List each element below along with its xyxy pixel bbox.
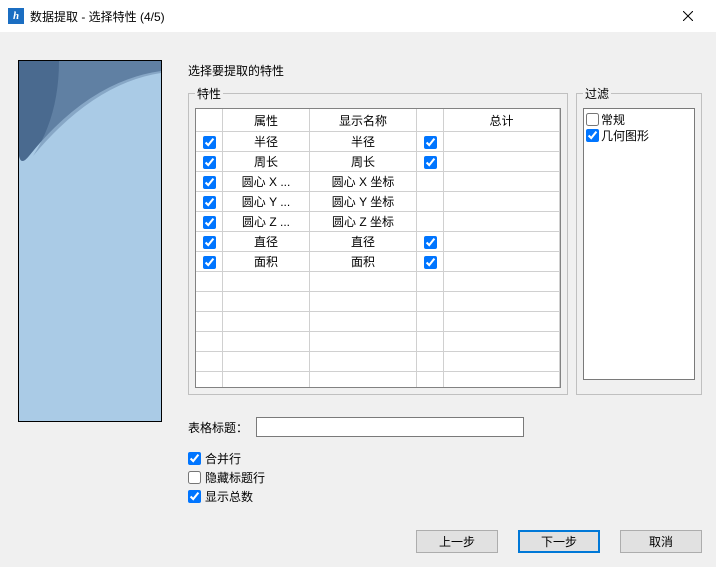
row-attr-cell: 直径 (223, 232, 310, 252)
col-header-total[interactable]: 总计 (444, 109, 560, 132)
option-merge-rows-checkbox[interactable] (188, 452, 201, 465)
wizard-button-row: 上一步 下一步 取消 (416, 530, 702, 553)
filter-item[interactable]: 常规 (586, 111, 692, 127)
table-row[interactable]: 圆心 X ...圆心 X 坐标 (196, 172, 560, 192)
row-attr-cell: 圆心 Y ... (223, 192, 310, 212)
option-show-totals-checkbox[interactable] (188, 490, 201, 503)
row-total-cell (444, 212, 560, 232)
table-row[interactable]: 半径半径 (196, 132, 560, 152)
table-row-empty (196, 292, 560, 312)
table-title-label: 表格标题： (188, 419, 248, 436)
row-display-cell[interactable]: 圆心 Z 坐标 (310, 212, 417, 232)
table-row[interactable]: 圆心 Y ...圆心 Y 坐标 (196, 192, 560, 212)
table-row[interactable]: 周长周长 (196, 152, 560, 172)
row-total-cell (444, 152, 560, 172)
page-content: 选择要提取的特性 特性 属性 显示名称 总计 (188, 62, 702, 517)
row-display-cell[interactable]: 半径 (310, 132, 417, 152)
option-hide-header[interactable]: 隐藏标题行 (188, 468, 702, 487)
table-row-empty (196, 372, 560, 389)
row-total-checkbox[interactable] (424, 136, 437, 149)
filter-checkbox[interactable] (586, 129, 599, 142)
table-row[interactable]: 直径直径 (196, 232, 560, 252)
col-header-attr[interactable]: 属性 (223, 109, 310, 132)
window-title: 数据提取 - 选择特性 (4/5) (30, 8, 165, 25)
row-attr-cell: 圆心 Z ... (223, 212, 310, 232)
row-select-checkbox[interactable] (203, 196, 216, 209)
row-attr-cell: 周长 (223, 152, 310, 172)
table-row-empty (196, 272, 560, 292)
row-total-cell (444, 132, 560, 152)
app-icon: h (8, 8, 24, 24)
client-area: 选择要提取的特性 特性 属性 显示名称 总计 (0, 32, 716, 567)
row-display-cell[interactable]: 直径 (310, 232, 417, 252)
table-row[interactable]: 面积面积 (196, 252, 560, 272)
filter-item[interactable]: 几何图形 (586, 127, 692, 143)
properties-table[interactable]: 属性 显示名称 总计 半径半径周长周长圆心 X ...圆心 X 坐标圆心 Y .… (195, 108, 561, 388)
row-total-checkbox[interactable] (424, 236, 437, 249)
wizard-banner-image (18, 60, 162, 422)
filter-list: 常规几何图形 (583, 108, 695, 380)
row-display-cell[interactable]: 周长 (310, 152, 417, 172)
filter-label: 常规 (601, 111, 625, 128)
row-attr-cell: 半径 (223, 132, 310, 152)
row-attr-cell: 圆心 X ... (223, 172, 310, 192)
row-total-cell (444, 172, 560, 192)
option-show-totals-label: 显示总数 (205, 488, 253, 505)
close-button[interactable] (668, 2, 708, 30)
option-merge-rows-label: 合并行 (205, 450, 241, 467)
properties-legend: 特性 (195, 85, 223, 102)
option-hide-header-checkbox[interactable] (188, 471, 201, 484)
row-display-cell[interactable]: 面积 (310, 252, 417, 272)
table-row[interactable]: 圆心 Z ...圆心 Z 坐标 (196, 212, 560, 232)
row-select-checkbox[interactable] (203, 256, 216, 269)
col-header-select[interactable] (196, 109, 223, 132)
table-row-empty (196, 312, 560, 332)
row-total-checkbox[interactable] (424, 256, 437, 269)
col-header-disp[interactable]: 显示名称 (310, 109, 417, 132)
col-header-total-check[interactable] (417, 109, 444, 132)
back-button[interactable]: 上一步 (416, 530, 498, 553)
table-title-input[interactable] (256, 417, 524, 437)
row-total-cell (444, 192, 560, 212)
row-total-cell (444, 252, 560, 272)
row-attr-cell: 面积 (223, 252, 310, 272)
row-total-cell (444, 232, 560, 252)
row-select-checkbox[interactable] (203, 156, 216, 169)
option-show-totals[interactable]: 显示总数 (188, 487, 702, 506)
filter-label: 几何图形 (601, 127, 649, 144)
option-merge-rows[interactable]: 合并行 (188, 449, 702, 468)
table-row-empty (196, 352, 560, 372)
row-select-checkbox[interactable] (203, 176, 216, 189)
row-select-checkbox[interactable] (203, 236, 216, 249)
row-select-checkbox[interactable] (203, 136, 216, 149)
dialog-window: h 数据提取 - 选择特性 (4/5) 选择要提取的特性 特性 (0, 0, 716, 567)
row-total-checkbox[interactable] (424, 156, 437, 169)
close-icon (683, 11, 693, 21)
option-hide-header-label: 隐藏标题行 (205, 469, 265, 486)
page-heading: 选择要提取的特性 (188, 62, 702, 79)
filter-legend: 过滤 (583, 85, 611, 102)
titlebar: h 数据提取 - 选择特性 (4/5) (0, 0, 716, 32)
next-button[interactable]: 下一步 (518, 530, 600, 553)
properties-group: 特性 属性 显示名称 总计 (188, 85, 568, 395)
table-row-empty (196, 332, 560, 352)
filter-group: 过滤 常规几何图形 (576, 85, 702, 395)
row-select-checkbox[interactable] (203, 216, 216, 229)
filter-checkbox[interactable] (586, 113, 599, 126)
row-display-cell[interactable]: 圆心 Y 坐标 (310, 192, 417, 212)
cancel-button[interactable]: 取消 (620, 530, 702, 553)
row-display-cell[interactable]: 圆心 X 坐标 (310, 172, 417, 192)
